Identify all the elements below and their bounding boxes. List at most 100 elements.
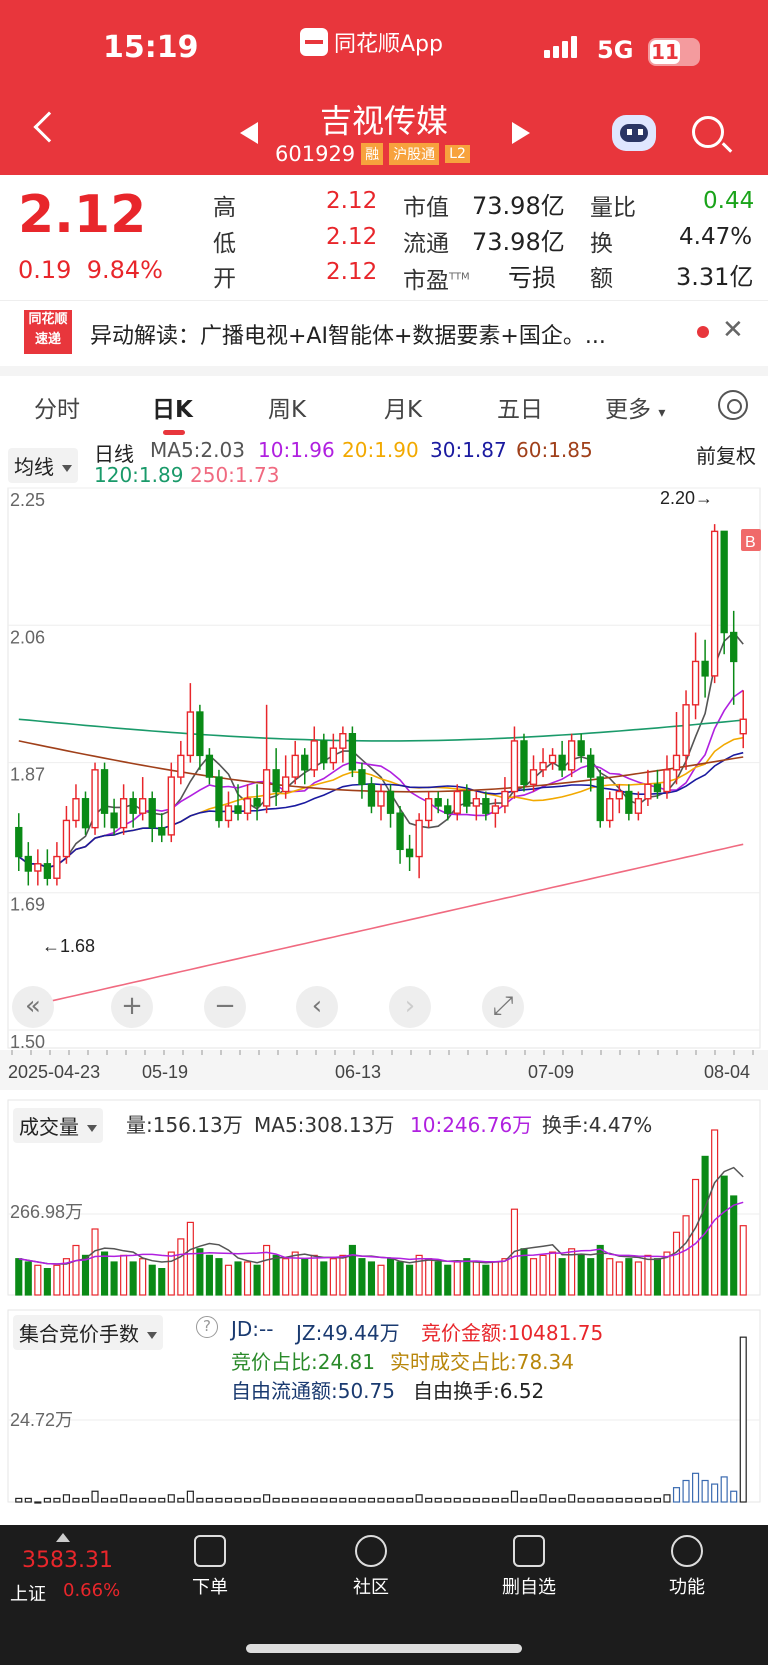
- settings-icon[interactable]: [718, 390, 748, 420]
- auction-bar: [101, 1497, 109, 1503]
- remove-watchlist-icon: [513, 1535, 545, 1567]
- candle: [606, 798, 614, 822]
- nav-community[interactable]: 社区: [331, 1535, 411, 1599]
- auction-bar: [711, 1483, 719, 1503]
- tab-five-day[interactable]: 五日: [497, 390, 543, 424]
- candle: [177, 754, 185, 778]
- indicator-selector[interactable]: 均线: [8, 448, 78, 483]
- candle: [158, 826, 166, 836]
- pan-left-icon[interactable]: ‹: [296, 986, 338, 1028]
- volume-bar: [120, 1254, 128, 1296]
- fullscreen-icon[interactable]: ⤢: [482, 986, 524, 1028]
- volume-bar: [320, 1261, 328, 1296]
- candle: [72, 798, 80, 822]
- nav-order[interactable]: 下单: [170, 1535, 250, 1599]
- index-pct[interactable]: 0.66%: [63, 1580, 120, 1601]
- candle: [520, 740, 528, 785]
- header: 15:19 同花顺App 5G 11 吉视传媒 601929 融 沪股通 L2: [0, 0, 768, 175]
- candle: [358, 769, 366, 785]
- auction-bar: [120, 1494, 128, 1503]
- index-value[interactable]: 3583.31: [22, 1548, 113, 1573]
- candle: [272, 769, 280, 793]
- zoom-in-icon[interactable]: +: [111, 986, 153, 1028]
- auction-bar: [529, 1497, 538, 1503]
- auction-bar: [634, 1497, 642, 1503]
- prev-stock-icon[interactable]: [240, 122, 258, 144]
- candle: [253, 798, 261, 807]
- volume-ma10: 10:246.76万: [410, 1113, 533, 1137]
- auction-jz: JZ:49.44万: [296, 1321, 400, 1345]
- y-tick-label: 2.06: [10, 627, 45, 647]
- auction-bar: [406, 1497, 414, 1503]
- close-icon[interactable]: ✕: [722, 315, 744, 345]
- tab-timeshare[interactable]: 分时: [34, 390, 80, 424]
- battery-level: 11: [650, 40, 680, 64]
- auction-bar: [224, 1497, 233, 1503]
- pe-value: 亏损: [508, 264, 556, 292]
- tag-connect: 沪股通: [389, 143, 440, 165]
- candle: [682, 704, 690, 757]
- volume-bar: [348, 1244, 356, 1296]
- pan-right-icon[interactable]: ›: [389, 986, 431, 1028]
- tag-l2: L2: [445, 145, 470, 163]
- nav-remove-watchlist[interactable]: 删自选: [489, 1535, 569, 1599]
- volume-bar: [101, 1251, 109, 1296]
- index-name[interactable]: 上证: [10, 1580, 46, 1606]
- volume-bar: [720, 1175, 728, 1296]
- help-icon[interactable]: ?: [196, 1316, 218, 1338]
- volume-bar: [453, 1261, 461, 1296]
- volume-bar: [110, 1261, 118, 1296]
- auction-bar: [653, 1497, 661, 1503]
- volume-bar: [253, 1264, 261, 1296]
- network-type: 5G: [597, 36, 634, 64]
- volume-selector[interactable]: 成交量: [13, 1108, 103, 1143]
- tab-weekly-k[interactable]: 周K: [268, 390, 306, 424]
- auction-bar: [472, 1497, 480, 1503]
- volume-bar: [139, 1258, 147, 1296]
- volume-value: 量:156.13万: [126, 1113, 243, 1137]
- volume-ratio-label: 量比: [590, 195, 636, 221]
- volume-bar: [682, 1215, 690, 1296]
- candle: [53, 855, 61, 879]
- open-value: 2.12: [326, 259, 378, 285]
- auction-bar: [263, 1494, 271, 1503]
- pe-label: 市盈TTM: [403, 268, 470, 294]
- stock-code-row: 601929 融 沪股通 L2: [275, 142, 470, 166]
- tab-daily-k[interactable]: 日K: [152, 390, 193, 424]
- auction-bar: [291, 1497, 299, 1503]
- volume-bar: [224, 1264, 233, 1296]
- tab-more[interactable]: 更多 ▾: [605, 390, 665, 424]
- adjust-mode[interactable]: 前复权: [696, 440, 756, 469]
- candle: [100, 769, 109, 814]
- nav-functions[interactable]: 功能: [647, 1535, 727, 1599]
- auction-selector[interactable]: 集合竞价手数: [13, 1315, 163, 1350]
- float-value: 73.98亿: [472, 228, 565, 256]
- volume-bar: [301, 1258, 309, 1296]
- next-stock-icon[interactable]: [512, 122, 530, 144]
- auction-bar: [558, 1497, 566, 1503]
- auction-bar: [644, 1497, 652, 1503]
- robot-assistant-icon[interactable]: [612, 115, 656, 151]
- candle: [434, 798, 442, 807]
- volume-bar: [606, 1258, 614, 1296]
- amount-label: 额: [590, 266, 613, 292]
- candle: [415, 819, 423, 858]
- ma60-label: 60:1.85: [516, 438, 593, 462]
- auction-bar: [205, 1497, 213, 1503]
- collapse-icon[interactable]: «: [12, 986, 54, 1028]
- candle: [453, 790, 461, 814]
- tab-indicator: [163, 430, 185, 435]
- candle: [587, 754, 595, 778]
- volume-y-label: 266.98万: [10, 1202, 83, 1222]
- buy-marker-label: B: [745, 534, 756, 551]
- zoom-out-icon[interactable]: −: [204, 986, 246, 1028]
- candle: [653, 783, 662, 793]
- auction-ratio: 竞价占比:24.81: [231, 1350, 375, 1374]
- tab-monthly-k[interactable]: 月K: [384, 390, 422, 424]
- volume-bar: [129, 1261, 137, 1296]
- candle: [339, 733, 347, 749]
- battery-icon: 11: [648, 38, 700, 66]
- search-icon[interactable]: [692, 116, 724, 148]
- news-text[interactable]: 异动解读：广播电视+AI智能体+数据要素+国企。...: [90, 318, 606, 350]
- volume-ma5: MA5:308.13万: [254, 1113, 395, 1137]
